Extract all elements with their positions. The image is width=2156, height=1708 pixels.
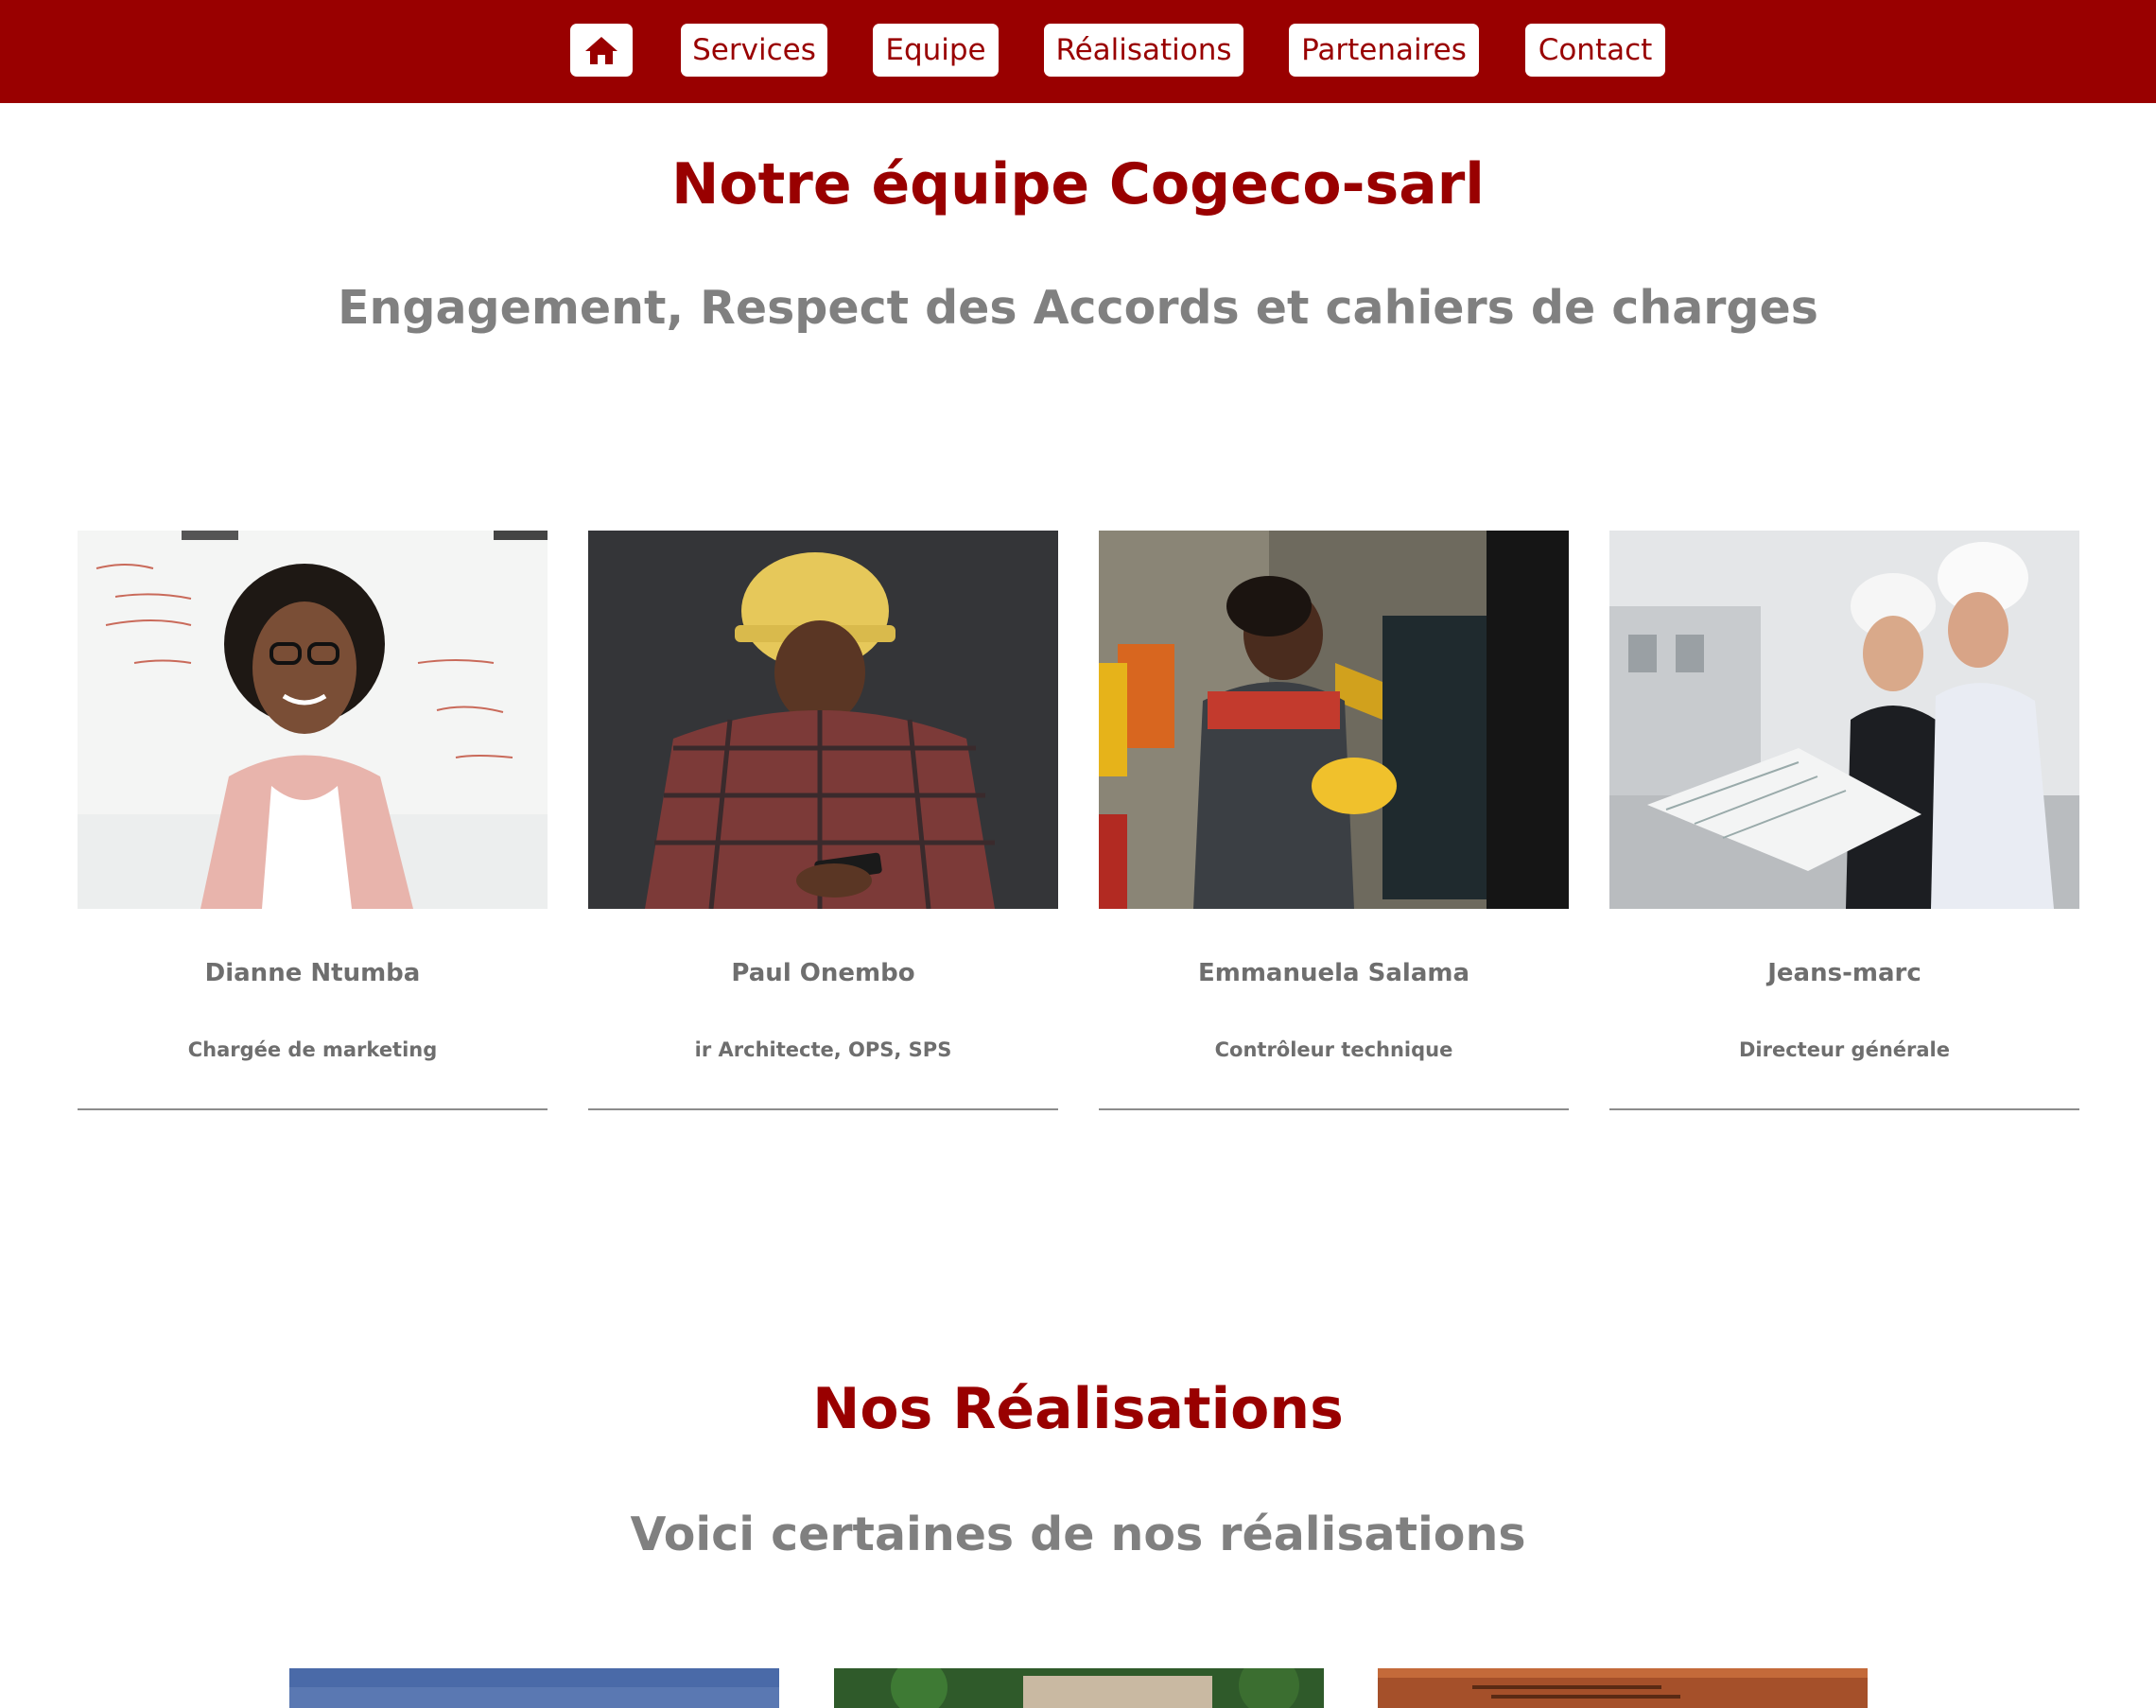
nav-services[interactable]: Services	[681, 24, 827, 77]
nav-realisations[interactable]: Réalisations	[1044, 24, 1243, 77]
realisation-image[interactable]	[289, 1668, 779, 1708]
member-photo	[1099, 531, 1569, 909]
member-photo	[78, 531, 548, 909]
member-role: Directeur générale	[1738, 1038, 1950, 1061]
realisation-image[interactable]	[834, 1668, 1324, 1708]
realisations-title: Nos Réalisations	[812, 1376, 1344, 1442]
member-name: Emmanuela Salama	[1197, 959, 1469, 987]
member-role: Chargée de marketing	[187, 1038, 438, 1061]
card-divider	[588, 1108, 1058, 1110]
realisation-image[interactable]	[1378, 1668, 1868, 1708]
card-divider	[1609, 1108, 2079, 1110]
nav-partenaires[interactable]: Partenaires	[1289, 24, 1479, 77]
member-photo	[588, 531, 1058, 909]
card-divider	[78, 1108, 548, 1110]
member-name: Paul Onembo	[731, 959, 915, 987]
team-card	[588, 531, 1058, 909]
member-name: Jeans-marc	[1767, 959, 1921, 987]
member-role: Contrôleur technique	[1214, 1038, 1453, 1061]
home-button[interactable]	[570, 24, 633, 77]
member-photo	[1609, 531, 2079, 909]
card-divider	[1099, 1108, 1569, 1110]
home-icon	[585, 37, 617, 64]
nav-contact[interactable]: Contact	[1525, 24, 1665, 77]
member-role: ir Architecte, OPS, SPS	[694, 1038, 952, 1061]
top-navbar: Services Equipe Réalisations Partenaires…	[0, 0, 2156, 103]
realisations-subtitle: Voici certaines de nos réalisations	[630, 1508, 1526, 1561]
team-subtitle: Engagement, Respect des Accords et cahie…	[338, 281, 1818, 335]
nav-equipe[interactable]: Equipe	[873, 24, 999, 77]
member-name: Dianne Ntumba	[204, 959, 421, 987]
team-title: Notre équipe Cogeco-sarl	[671, 151, 1485, 218]
team-card	[1099, 531, 1569, 909]
team-card	[78, 531, 548, 909]
team-card	[1609, 531, 2079, 909]
